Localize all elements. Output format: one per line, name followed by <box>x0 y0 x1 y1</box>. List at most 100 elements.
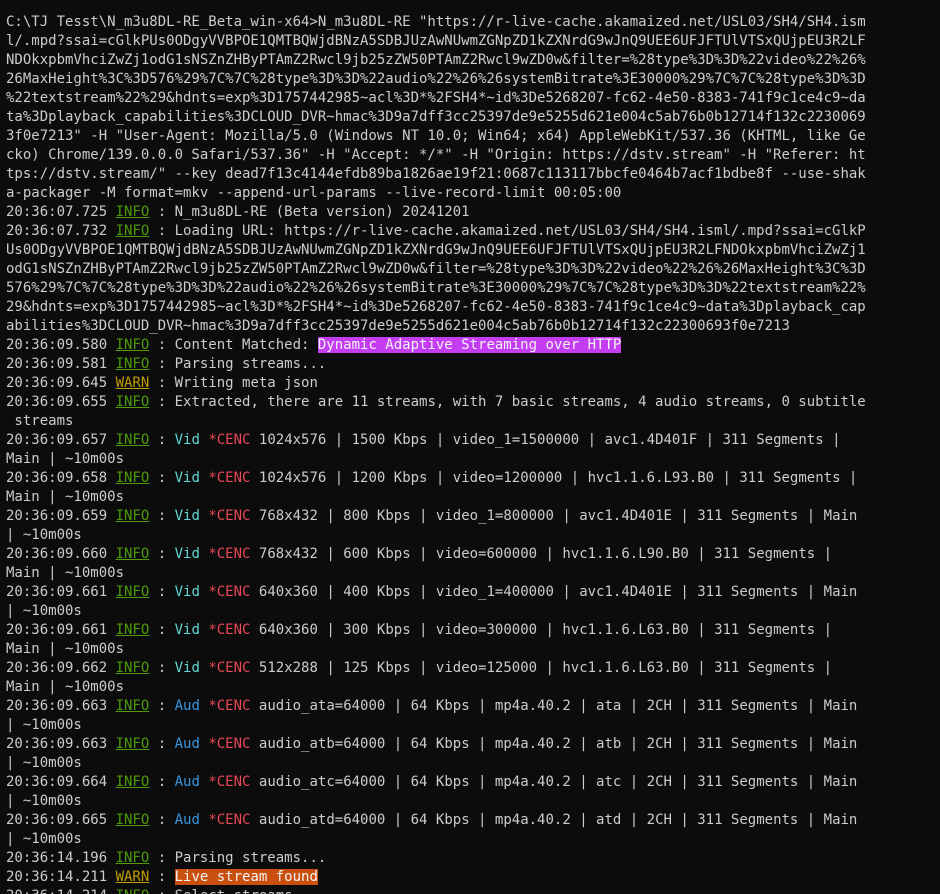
terminal-text: 20:36:09.657 <box>6 432 116 448</box>
cenc-encryption-tag: *CENC <box>208 736 251 752</box>
cenc-encryption-tag: *CENC <box>208 698 251 714</box>
terminal-text: 768x432 | 600 Kbps | video=600000 | hvc1… <box>250 546 833 562</box>
terminal-line: cko) Chrome/139.0.0.0 Safari/537.36" -H … <box>6 146 940 165</box>
terminal-text: audio_atd=64000 | 64 Kbps | mp4a.40.2 | … <box>250 812 858 828</box>
terminal-line: 20:36:09.660 INFO : Vid *CENC 768x432 | … <box>6 545 940 564</box>
terminal-text: : <box>149 470 175 486</box>
terminal-text: 20:36:09.655 <box>6 394 116 410</box>
audio-stream-tag: Aud <box>174 736 200 752</box>
terminal-text: | ~10m00s <box>6 527 82 543</box>
terminal-text: %22textstream%22%29&hdnts=exp%3D17574429… <box>6 90 866 106</box>
info-level-tag: INFO <box>115 470 150 486</box>
video-stream-tag: Vid <box>174 508 200 524</box>
terminal-text: : <box>149 736 175 752</box>
info-level-tag: INFO <box>115 622 150 638</box>
terminal-text: 640x360 | 400 Kbps | video_1=400000 | av… <box>250 584 858 600</box>
terminal-text: 20:36:09.662 <box>6 660 116 676</box>
terminal-text: 20:36:09.660 <box>6 546 116 562</box>
cenc-encryption-tag: *CENC <box>208 584 251 600</box>
terminal-line: 26MaxHeight%3C%3D576%29%7C%7C%28type%3D%… <box>6 70 940 89</box>
cenc-encryption-tag: *CENC <box>208 774 251 790</box>
terminal-text: : <box>149 546 175 562</box>
terminal-line: 20:36:09.664 INFO : Aud *CENC audio_atc=… <box>6 773 940 792</box>
terminal-text: Main | ~10m00s <box>6 565 125 581</box>
terminal-line: 3f0e7213" -H "User-Agent: Mozilla/5.0 (W… <box>6 127 940 146</box>
terminal-text: : Content Matched: <box>149 337 318 353</box>
terminal-line: 20:36:09.662 INFO : Vid *CENC 512x288 | … <box>6 659 940 678</box>
terminal-line: 20:36:07.732 INFO : Loading URL: https:/… <box>6 222 940 241</box>
audio-stream-tag: Aud <box>174 774 200 790</box>
terminal-text: Main | ~10m00s <box>6 489 125 505</box>
terminal-line: | ~10m00s <box>6 716 940 735</box>
terminal-text: audio_atc=64000 | 64 Kbps | mp4a.40.2 | … <box>250 774 858 790</box>
terminal-text: C:\TJ Tesst\N_m3u8DL-RE_Beta_win-x64>N_m… <box>6 14 866 30</box>
terminal-text: 1024x576 | 1200 Kbps | video=1200000 | h… <box>250 470 858 486</box>
terminal-text: 576%29%7C%7C%28type%3D%3D%22audio%22%26%… <box>6 280 866 296</box>
terminal-text: : <box>149 812 175 828</box>
terminal-text: : <box>149 774 175 790</box>
info-level-tag: INFO <box>115 774 150 790</box>
info-level-tag: INFO <box>115 812 150 828</box>
cenc-encryption-tag: *CENC <box>208 660 251 676</box>
terminal-text: : <box>149 508 175 524</box>
terminal-line: 29&hdnts=exp%3D1757442985~acl%3D*%2FSH4*… <box>6 298 940 317</box>
terminal-line: 20:36:09.645 WARN : Writing meta json <box>6 374 940 393</box>
terminal-line: odG1sNSZnZHByPTAmZ2Rwcl9jb25zZW50PTAmZ2R… <box>6 260 940 279</box>
terminal-line: Us0ODgyVVBPOE1QMTBQWjdBNzA5SDBJUzAwNUwmZ… <box>6 241 940 260</box>
terminal-text: 20:36:07.725 <box>6 204 116 220</box>
cenc-encryption-tag: *CENC <box>208 812 251 828</box>
video-stream-tag: Vid <box>174 584 200 600</box>
terminal-text: NDOkxpbmVhciZwZj1odG1sNSZnZHByPTAmZ2Rwcl… <box>6 52 866 68</box>
terminal-text: Main | ~10m00s <box>6 641 125 657</box>
terminal-text: : <box>149 584 175 600</box>
terminal-text: 20:36:09.661 <box>6 584 116 600</box>
terminal-text: : Writing meta json <box>149 375 318 391</box>
terminal-text: 20:36:09.658 <box>6 470 116 486</box>
terminal-line: streams <box>6 412 940 431</box>
terminal-text: 20:36:14.214 <box>6 888 116 894</box>
terminal-line: 20:36:09.661 INFO : Vid *CENC 640x360 | … <box>6 621 940 640</box>
terminal-text: 20:36:14.211 <box>6 869 116 885</box>
terminal-line: | ~10m00s <box>6 830 940 849</box>
terminal-line: 20:36:14.214 INFO : Select streams... <box>6 887 940 894</box>
terminal-text: : <box>149 869 175 885</box>
terminal-line: NDOkxpbmVhciZwZj1odG1sNSZnZHByPTAmZ2Rwcl… <box>6 51 940 70</box>
terminal-text: audio_atb=64000 | 64 Kbps | mp4a.40.2 | … <box>250 736 858 752</box>
terminal-text: 20:36:09.659 <box>6 508 116 524</box>
terminal-line: 20:36:09.581 INFO : Parsing streams... <box>6 355 940 374</box>
cenc-encryption-tag: *CENC <box>208 508 251 524</box>
info-level-tag: INFO <box>115 394 150 410</box>
terminal-text: : Select streams... <box>149 888 318 894</box>
terminal-text: 20:36:14.196 <box>6 850 116 866</box>
terminal-text: 20:36:09.580 <box>6 337 116 353</box>
terminal-line: 20:36:09.659 INFO : Vid *CENC 768x432 | … <box>6 507 940 526</box>
terminal-text: : Parsing streams... <box>149 356 327 372</box>
info-level-tag: INFO <box>115 223 150 239</box>
terminal-text: Main | ~10m00s <box>6 679 125 695</box>
terminal-line: abilities%3DCLOUD_DVR~hmac%3D9a7dff3cc25… <box>6 317 940 336</box>
terminal-text: Us0ODgyVVBPOE1QMTBQWjdBNzA5SDBJUzAwNUwmZ… <box>6 242 866 258</box>
terminal-text: 768x432 | 800 Kbps | video_1=800000 | av… <box>250 508 858 524</box>
terminal-text: | ~10m00s <box>6 755 82 771</box>
info-level-tag: INFO <box>115 432 150 448</box>
info-level-tag: INFO <box>115 698 150 714</box>
terminal-line: Main | ~10m00s <box>6 564 940 583</box>
terminal-text: streams <box>6 413 74 429</box>
terminal-line: C:\TJ Tesst\N_m3u8DL-RE_Beta_win-x64>N_m… <box>6 13 940 32</box>
terminal-text: 20:36:09.664 <box>6 774 116 790</box>
terminal-output[interactable]: C:\TJ Tesst\N_m3u8DL-RE_Beta_win-x64>N_m… <box>0 0 940 894</box>
terminal-text: 3f0e7213" -H "User-Agent: Mozilla/5.0 (W… <box>6 128 866 144</box>
terminal-text: 20:36:07.732 <box>6 223 116 239</box>
cenc-encryption-tag: *CENC <box>208 622 251 638</box>
terminal-text: 20:36:09.645 <box>6 375 116 391</box>
terminal-text: 20:36:09.663 <box>6 736 116 752</box>
video-stream-tag: Vid <box>174 470 200 486</box>
video-stream-tag: Vid <box>174 622 200 638</box>
terminal-text: : <box>149 432 175 448</box>
terminal-line: Main | ~10m00s <box>6 678 940 697</box>
terminal-text: : Parsing streams... <box>149 850 327 866</box>
terminal-line: 20:36:09.661 INFO : Vid *CENC 640x360 | … <box>6 583 940 602</box>
terminal-text: abilities%3DCLOUD_DVR~hmac%3D9a7dff3cc25… <box>6 318 790 334</box>
terminal-text: 1024x576 | 1500 Kbps | video_1=1500000 |… <box>250 432 841 448</box>
terminal-line: 20:36:14.196 INFO : Parsing streams... <box>6 849 940 868</box>
